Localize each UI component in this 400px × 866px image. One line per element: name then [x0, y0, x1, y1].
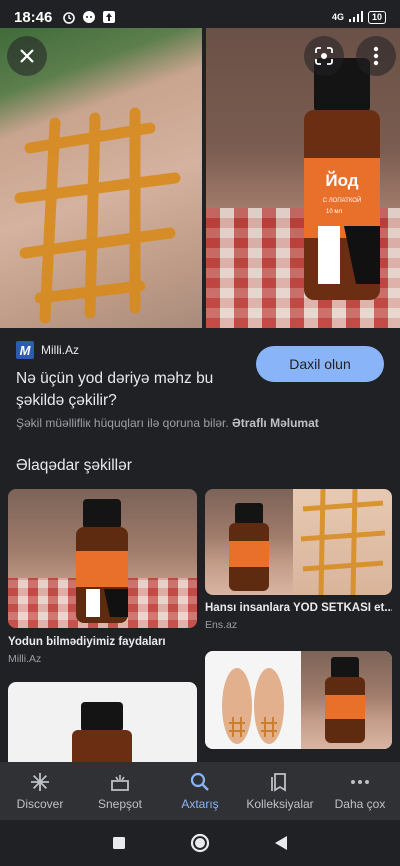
nav-collections[interactable]: Kolleksiyalar — [240, 762, 320, 820]
related-caption-1[interactable]: Yodun bilmədiyimiz faydaları — [8, 636, 197, 648]
close-icon — [20, 49, 34, 63]
network-type: 4G — [331, 12, 344, 22]
nav-discover[interactable]: Discover — [0, 762, 80, 820]
related-image-2[interactable] — [205, 489, 392, 595]
bottle-label-sub: С ЛОПАТКОЙ — [323, 196, 362, 204]
feet-thumbnail — [222, 668, 284, 744]
bottle-thumbnail-small-2 — [325, 657, 365, 743]
related-image-1[interactable] — [8, 489, 197, 628]
nav-search[interactable]: Axtarış — [160, 762, 240, 820]
status-time: 18:46 — [14, 8, 53, 26]
search-icon — [190, 772, 209, 791]
page-headline[interactable]: Nə üçün yod dəriyə məhz bu şəkildə çəkil… — [16, 368, 236, 412]
lens-button[interactable] — [303, 36, 344, 76]
related-source-2: Ens.az — [205, 619, 238, 631]
more-horiz-icon — [351, 780, 369, 784]
back-icon[interactable] — [274, 835, 288, 851]
more-vert-icon — [373, 46, 379, 66]
home-icon[interactable] — [190, 833, 210, 853]
nav-snapshot-label: Snepşot — [97, 797, 143, 811]
copyright-text: Şəkil müəllifliк hüquqları ilə qoruna bi… — [16, 416, 229, 430]
hero-image-viewer[interactable]: Йод С ЛОПАТКОЙ 10 мл — [0, 28, 400, 328]
more-options-button[interactable] — [355, 36, 396, 76]
related-image-3[interactable] — [8, 682, 197, 772]
battery-level: 10 — [367, 10, 386, 24]
related-caption-2[interactable]: Hansı insanlara YOD SETKASI et... — [205, 602, 392, 614]
iodine-grid-thumbnail — [300, 489, 386, 595]
close-button[interactable] — [7, 36, 47, 76]
bottle-thumbnail — [76, 499, 128, 623]
visit-button[interactable]: Daxil olun — [256, 346, 384, 382]
related-source-1: Milli.Az — [8, 653, 42, 665]
chat-icon — [83, 11, 96, 23]
upload-icon — [103, 11, 116, 23]
nav-search-label: Axtarış — [181, 797, 219, 811]
nav-discover-label: Discover — [16, 797, 64, 811]
signal-icon — [348, 11, 363, 22]
related-image-4[interactable] — [205, 651, 392, 749]
lens-icon — [315, 47, 333, 65]
hero-image-bottle[interactable]: Йод С ЛОПАТКОЙ 10 мл — [205, 28, 400, 328]
bottle-label-title: Йод — [325, 171, 358, 190]
bottle-thumbnail-white — [72, 702, 132, 772]
collections-icon — [271, 773, 286, 792]
related-images-title: Əlaqədar şəkillər — [16, 457, 132, 474]
bottle-label-volume: 10 мл — [326, 209, 342, 215]
bottom-navigation: Discover Snepşot Axtarış Kolleksiyalar D… — [0, 762, 400, 820]
asterisk-icon — [31, 773, 49, 791]
system-navigation-bar — [0, 820, 400, 866]
snapshot-icon — [111, 775, 129, 791]
source-logo: M — [16, 341, 34, 359]
nav-collections-label: Kolleksiyalar — [246, 797, 314, 811]
source-name[interactable]: Milli.Az — [41, 343, 79, 357]
learn-more-link[interactable]: Ətraflı Məlumat — [232, 416, 319, 430]
alarm-icon — [63, 12, 76, 24]
nav-more[interactable]: Daha çox — [320, 762, 400, 820]
bottle-thumbnail-small — [229, 503, 269, 591]
nav-snapshot[interactable]: Snepşot — [80, 762, 160, 820]
hero-image-hand[interactable] — [0, 28, 202, 328]
nav-more-label: Daha çox — [334, 797, 386, 811]
copyright-notice: Şəkil müəllifliк hüquqları ilə qoruna bi… — [16, 416, 390, 430]
recents-icon[interactable] — [112, 836, 126, 850]
